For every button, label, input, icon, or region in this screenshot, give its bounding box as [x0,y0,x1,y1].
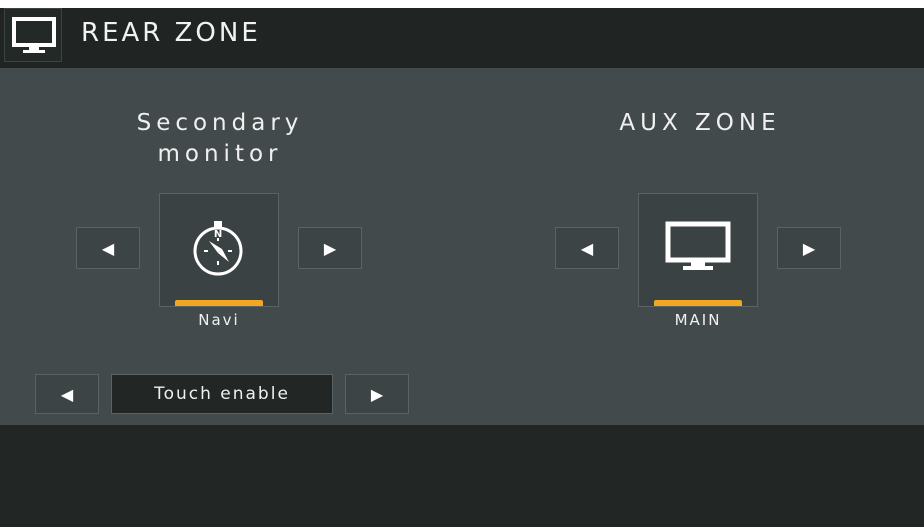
aux-source-tile[interactable] [638,193,758,307]
monitor-icon-wrapper [639,218,757,274]
footer-bar [0,425,924,527]
secondary-source-label: Navi [198,311,240,329]
rear-zone-screen: REAR ZONE Secondary monitor ◀ N ▶ Navi A… [0,0,924,527]
secondary-next-button[interactable]: ▶ [298,227,362,269]
touch-prev-button[interactable]: ◀ [35,374,99,414]
aux-zone-title: AUX ZONE [619,110,781,136]
aux-prev-button[interactable]: ◀ [555,227,619,269]
compass-icon-wrapper: N [160,218,278,278]
secondary-monitor-title: Secondary monitor [100,108,340,170]
header-bar: REAR ZONE [0,8,924,68]
touch-next-button[interactable]: ▶ [345,374,409,414]
touch-enable-field[interactable]: Touch enable [111,374,333,414]
monitor-icon [665,221,731,270]
top-strip [0,0,924,8]
aux-source-label: MAIN [674,311,722,329]
page-title: REAR ZONE [81,18,261,48]
secondary-source-tile[interactable]: N [159,193,279,307]
active-indicator [654,300,742,306]
compass-icon: N [193,221,243,276]
secondary-title-line1: Secondary [136,110,304,136]
secondary-title-line2: monitor [157,141,283,167]
monitor-icon [12,17,56,53]
secondary-prev-button[interactable]: ◀ [76,227,140,269]
aux-next-button[interactable]: ▶ [777,227,841,269]
active-indicator [175,300,263,306]
main-panel: Secondary monitor ◀ N ▶ Navi AUX ZONE ◀ … [0,68,924,425]
header-monitor-icon-button[interactable] [4,8,62,62]
